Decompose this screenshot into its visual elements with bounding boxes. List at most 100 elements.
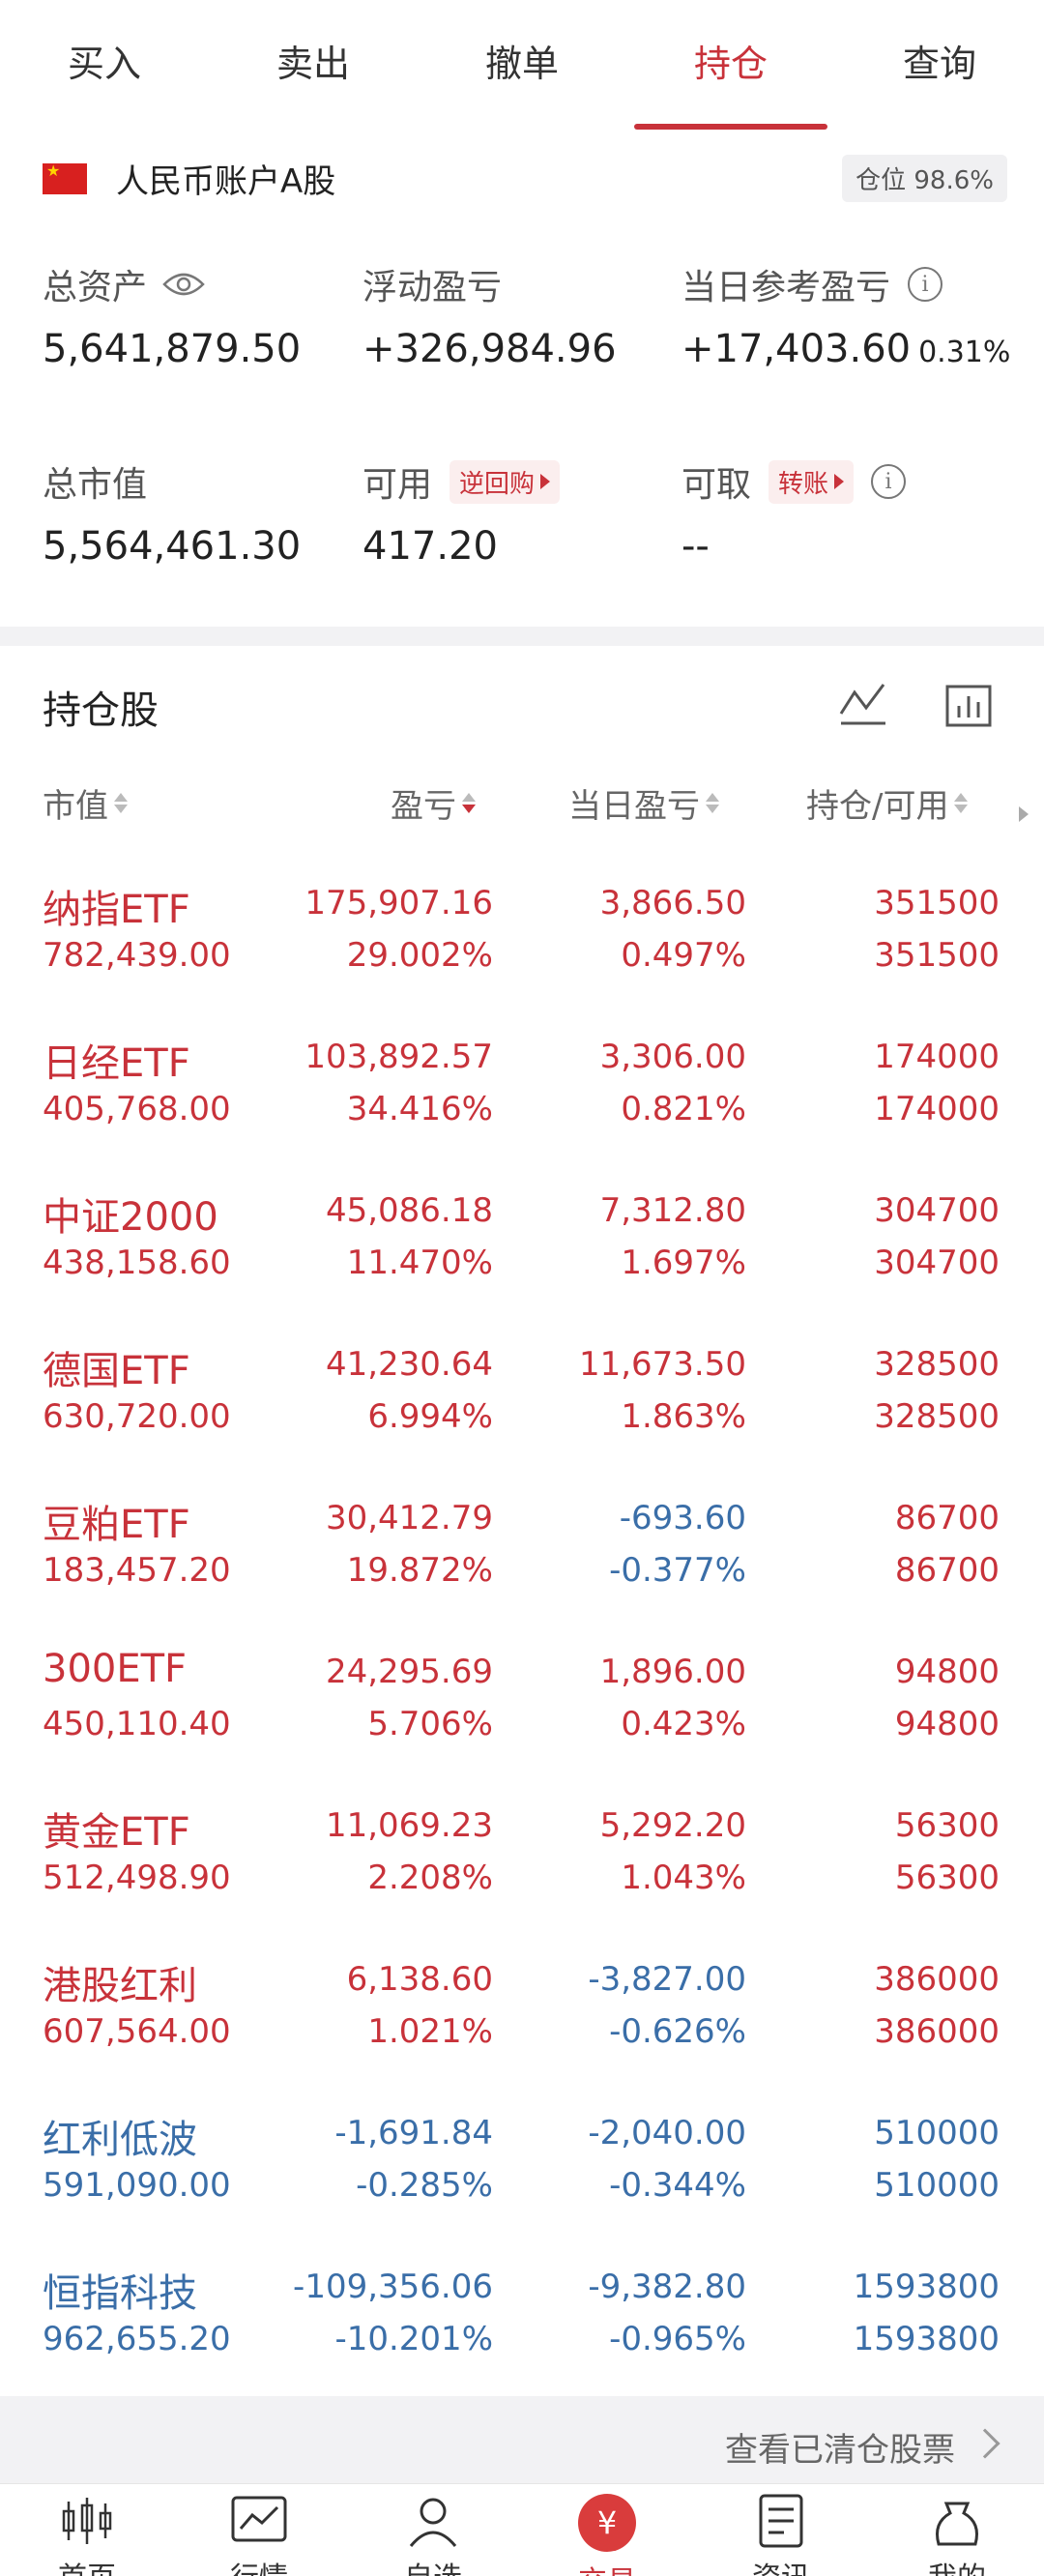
- play-triangle-icon: [834, 474, 845, 489]
- pnl-pct-cell: 1.021%: [367, 2012, 493, 2051]
- scroll-right-icon[interactable]: [1019, 806, 1029, 822]
- daily-pnl-pct-cell: -0.377%: [609, 1551, 746, 1590]
- table-row[interactable]: 恒指科技 962,655.20 -109,356.06 -10.201% -9,382.…: [0, 2254, 1044, 2408]
- reverse-repo-button[interactable]: 逆回购: [450, 459, 561, 504]
- table-row[interactable]: 德国ETF 630,720.00 41,230.64 6.994% 11,673.50 1…: [0, 1332, 1044, 1485]
- daily-pnl-cell: 3,306.00: [599, 1038, 746, 1076]
- pnl-cell: 11,069.23: [325, 1806, 493, 1845]
- pnl-cell: 103,892.57: [304, 1038, 493, 1076]
- market-value-cell: 607,564.00: [43, 2012, 231, 2051]
- daily-pnl-cell: 7,312.80: [599, 1191, 746, 1230]
- position-ratio-badge: 仓位 98.6%: [842, 155, 1007, 202]
- chart-icon: [231, 2496, 287, 2542]
- table-row[interactable]: 豆粕ETF 183,457.20 30,412.79 19.872% -693.60 -0…: [0, 1485, 1044, 1639]
- cleared-stocks-link[interactable]: 查看已清仓股票: [0, 2408, 1044, 2483]
- bar-chart-icon[interactable]: [945, 685, 992, 727]
- pnl-pct-cell: 29.002%: [346, 936, 493, 975]
- pnl-pct-cell: 6.994%: [367, 1397, 493, 1436]
- table-row[interactable]: 黄金ETF 512,498.90 11,069.23 2.208% 5,292.20 1.…: [0, 1793, 1044, 1947]
- daily-pnl: 当日参考盈亏 i +17,403.60 0.31%: [682, 259, 1010, 371]
- tab-query[interactable]: 查询: [835, 0, 1044, 133]
- table-row[interactable]: 红利低波 591,090.00 -1,691.84 -0.285% -2,040.00 -…: [0, 2100, 1044, 2254]
- eye-icon[interactable]: [162, 271, 205, 298]
- tab-sell[interactable]: 卖出: [209, 0, 418, 133]
- line-chart-icon[interactable]: [839, 679, 887, 727]
- sort-icon: [706, 793, 719, 813]
- pnl-cell: 30,412.79: [325, 1499, 493, 1537]
- column-daily-pnl-label: 当日盈亏: [568, 787, 700, 826]
- available-qty-cell: 351500: [874, 936, 1000, 975]
- available-qty-cell: 328500: [874, 1397, 1000, 1436]
- info-icon[interactable]: i: [871, 464, 907, 499]
- available-label: 可用: [362, 465, 433, 505]
- daily-pnl-pct-cell: -0.965%: [609, 2320, 746, 2358]
- daily-pnl-cell: -2,040.00: [588, 2114, 746, 2152]
- available-qty-cell: 1593800: [853, 2320, 1000, 2358]
- pnl-pct-cell: 11.470%: [346, 1244, 493, 1282]
- holdings-title: 持仓股: [43, 688, 159, 733]
- daily-pnl-pct-cell: 1.863%: [621, 1397, 746, 1436]
- market-value: 总市值 5,564,461.30: [43, 456, 301, 569]
- bottom-nav: 首页 行情 自选 ¥ 交易 资讯 我的: [0, 2483, 1044, 2576]
- column-daily-pnl[interactable]: 当日盈亏: [568, 779, 719, 827]
- transfer-button[interactable]: 转账: [768, 459, 855, 504]
- nav-label: 自选: [404, 2554, 462, 2576]
- column-market-value-label: 市值: [43, 787, 108, 826]
- tab-cancel[interactable]: 撤单: [418, 0, 626, 133]
- daily-pnl-pct-cell: 0.423%: [621, 1705, 746, 1743]
- daily-pnl-label: 当日参考盈亏: [682, 268, 891, 307]
- available-qty-cell: 386000: [874, 2012, 1000, 2051]
- stock-name: 纳指ETF: [43, 888, 190, 932]
- table-row[interactable]: 港股红利 607,564.00 6,138.60 1.021% -3,827.00 -0.…: [0, 1947, 1044, 2100]
- column-holding[interactable]: 持仓/可用: [806, 779, 969, 827]
- daily-pnl-cell: 1,896.00: [599, 1653, 746, 1691]
- account-selector[interactable]: 人民币账户A股: [43, 155, 335, 202]
- reverse-repo-label: 逆回购: [459, 469, 536, 499]
- pnl-pct-cell: 2.208%: [367, 1859, 493, 1897]
- holding-qty-cell: 86700: [894, 1499, 1000, 1537]
- column-market-value[interactable]: 市值: [43, 779, 128, 827]
- holding-qty-cell: 1593800: [853, 2268, 1000, 2306]
- pnl-cell: 175,907.16: [304, 884, 493, 922]
- withdrawable-value: --: [682, 524, 710, 569]
- daily-pnl-cell: -9,382.80: [588, 2268, 746, 2306]
- account-summary: 人民币账户A股 仓位 98.6% 总资产 5,641,879.50 浮动盈亏 +…: [0, 133, 1044, 627]
- pnl-pct-cell: -0.285%: [356, 2166, 493, 2205]
- daily-pnl-pct-cell: 1.697%: [621, 1244, 746, 1282]
- available-qty-cell: 56300: [894, 1859, 1000, 1897]
- market-value-label: 总市值: [43, 465, 148, 505]
- table-row[interactable]: 日经ETF 405,768.00 103,892.57 34.416% 3,306.00…: [0, 1024, 1044, 1178]
- holding-qty-cell: 328500: [874, 1345, 1000, 1384]
- holding-qty-cell: 304700: [874, 1191, 1000, 1230]
- table-row[interactable]: 300ETF 450,110.40 24,295.69 5.706% 1,896.00 0…: [0, 1639, 1044, 1793]
- stock-name: 黄金ETF: [43, 1810, 190, 1855]
- available-qty-cell: 304700: [874, 1244, 1000, 1282]
- tab-holdings[interactable]: 持仓: [626, 0, 835, 133]
- tab-buy[interactable]: 买入: [0, 0, 209, 133]
- pnl-pct-cell: -10.201%: [334, 2320, 493, 2358]
- chevron-right-icon: [970, 2428, 1000, 2459]
- transfer-label: 转账: [778, 469, 829, 499]
- available-value: 417.20: [362, 524, 498, 569]
- daily-pnl-pct-cell: 0.821%: [621, 1090, 746, 1128]
- market-value-cell: 962,655.20: [43, 2320, 231, 2358]
- market-value-cell: 438,158.60: [43, 1244, 231, 1282]
- nav-label: 我的: [928, 2554, 986, 2576]
- info-icon[interactable]: i: [908, 267, 943, 302]
- column-pnl[interactable]: 盈亏: [391, 779, 476, 827]
- floating-pnl-label: 浮动盈亏: [362, 268, 503, 307]
- nav-home[interactable]: 首页: [29, 2494, 145, 2576]
- table-row[interactable]: 纳指ETF 782,439.00 175,907.16 29.002% 3,866.50…: [0, 870, 1044, 1024]
- nav-mine[interactable]: 我的: [899, 2494, 1015, 2576]
- nav-trade[interactable]: ¥ 交易: [549, 2494, 665, 2576]
- daily-pnl-amount: +17,403.60: [682, 327, 912, 371]
- available-qty-cell: 94800: [894, 1705, 1000, 1743]
- nav-watchlist[interactable]: 自选: [375, 2494, 491, 2576]
- market-value-cell: 630,720.00: [43, 1397, 231, 1436]
- sort-desc-icon: [462, 793, 476, 813]
- nav-news[interactable]: 资讯: [723, 2494, 839, 2576]
- nav-market[interactable]: 行情: [201, 2494, 317, 2576]
- user-icon: [409, 2498, 457, 2547]
- table-row[interactable]: 中证2000 438,158.60 45,086.18 11.470% 7,312.80…: [0, 1178, 1044, 1332]
- holding-qty-cell: 386000: [874, 1960, 1000, 1999]
